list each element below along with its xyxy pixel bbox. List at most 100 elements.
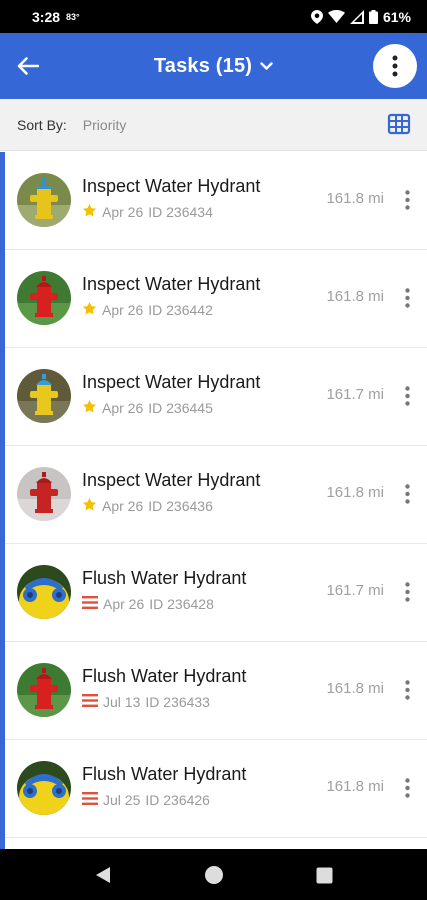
more-vertical-icon [404,288,410,308]
location-icon [310,9,323,24]
task-title: Inspect Water Hydrant [82,274,261,294]
task-distance: 161.8 mi [326,288,384,305]
task-distance: 161.7 mi [326,386,384,403]
hydrant-thumbnail [17,761,71,815]
more-vertical-icon [404,778,410,798]
task-id: ID 236445 [148,400,213,416]
star-icon [82,399,97,417]
app-bar: Tasks (15) [0,33,427,99]
row-overflow-button[interactable] [399,776,415,800]
task-row[interactable]: Inspect Water Hydrant Apr 26 ID 236442 1… [5,250,427,348]
star-icon [82,301,97,319]
status-time: 3:28 [32,8,61,25]
task-id: ID 236433 [145,694,210,710]
task-title: Flush Water Hydrant [82,568,247,588]
status-bar: 3:28 83° 61% [0,0,427,33]
task-title: Inspect Water Hydrant [82,176,261,196]
sort-label: Sort By: [17,116,67,133]
nav-back-icon [96,867,110,883]
row-overflow-button[interactable] [399,188,415,212]
task-id: ID 236442 [148,302,213,318]
task-meta: Jul 13 ID 236433 [82,693,210,711]
wifi-icon [327,10,345,23]
nav-recents-icon [316,867,332,883]
task-date: Apr 26 [102,302,144,318]
task-id: ID 236436 [148,498,213,514]
hydrant-thumbnail [17,565,71,619]
task-date: Jul 13 [103,694,141,710]
task-filter-dropdown[interactable]: Tasks (15) [154,55,273,78]
row-overflow-button[interactable] [399,580,415,604]
task-title: Flush Water Hydrant [82,666,247,686]
task-date: Apr 26 [102,400,144,416]
task-meta: Apr 26 ID 236428 [82,595,214,613]
grid-view-icon [387,113,411,135]
nav-home-icon [205,866,223,884]
task-row[interactable]: Inspect Water Hydrant Apr 26 ID 236445 1… [5,348,427,446]
task-row[interactable]: Inspect Water Hydrant Apr 26 ID 236434 1… [5,152,427,250]
star-icon [82,497,97,515]
hydrant-thumbnail [17,467,71,521]
hydrant-thumbnail [17,663,71,717]
task-meta: Apr 26 ID 236436 [82,497,213,515]
priority-lines-icon [82,595,98,613]
task-date: Apr 26 [102,204,144,220]
row-overflow-button[interactable] [399,482,415,506]
more-vertical-icon [404,386,410,406]
task-date: Apr 26 [102,498,144,514]
star-icon [82,203,97,221]
nav-recents-button[interactable] [312,863,336,887]
hydrant-thumbnail [17,173,71,227]
task-meta: Jul 25 ID 236426 [82,791,210,809]
task-id: ID 236434 [148,204,213,220]
sort-bar: Sort By: Priority [0,99,427,151]
task-date: Jul 25 [103,792,141,808]
task-title: Flush Water Hydrant [82,764,247,784]
task-row[interactable]: Flush Water Hydrant Apr 26 ID 236428 161… [5,544,427,642]
hydrant-thumbnail [17,369,71,423]
task-title: Inspect Water Hydrant [82,372,261,392]
overflow-menu-button[interactable] [373,44,417,88]
more-vertical-icon [392,55,398,77]
task-meta: Apr 26 ID 236445 [82,399,213,417]
task-distance: 161.8 mi [326,484,384,501]
task-row[interactable]: Flush Water Hydrant Jul 13 ID 236433 161… [5,642,427,740]
row-overflow-button[interactable] [399,678,415,702]
back-button[interactable] [0,33,56,99]
sort-value-selector[interactable]: Priority [83,117,127,133]
signal-icon [349,9,364,24]
nav-back-button[interactable] [91,863,115,887]
nav-home-button[interactable] [202,863,226,887]
row-overflow-button[interactable] [399,384,415,408]
status-icons: 61% [310,8,411,25]
more-vertical-icon [404,484,410,504]
row-overflow-button[interactable] [399,286,415,310]
task-list: Inspect Water Hydrant Apr 26 ID 236434 1… [0,152,427,849]
battery-icon [368,9,378,24]
task-distance: 161.8 mi [326,778,384,795]
more-vertical-icon [404,190,410,210]
view-toggle-button[interactable] [387,112,411,136]
priority-lines-icon [82,693,98,711]
more-vertical-icon [404,680,410,700]
chevron-down-icon [260,61,273,70]
page-title: Tasks (15) [153,54,253,77]
task-row[interactable]: Flush Water Hydrant Jul 25 ID 236426 161… [5,740,427,838]
task-row[interactable]: Inspect Water Hydrant Apr 26 ID 236436 1… [5,446,427,544]
task-distance: 161.7 mi [326,582,384,599]
task-distance: 161.8 mi [326,190,384,207]
battery-percent: 61% [382,8,411,25]
task-meta: Apr 26 ID 236434 [82,203,213,221]
task-title: Inspect Water Hydrant [82,470,261,490]
hydrant-thumbnail [17,271,71,325]
task-id: ID 236428 [149,596,214,612]
arrow-left-icon [17,57,39,75]
task-id: ID 236426 [145,792,210,808]
task-date: Apr 26 [103,596,145,612]
status-temperature: 83° [66,11,80,22]
more-vertical-icon [404,582,410,602]
title-area: Tasks (15) [0,33,427,99]
priority-lines-icon [82,791,98,809]
system-navigation-bar [0,849,427,900]
task-meta: Apr 26 ID 236442 [82,301,213,319]
